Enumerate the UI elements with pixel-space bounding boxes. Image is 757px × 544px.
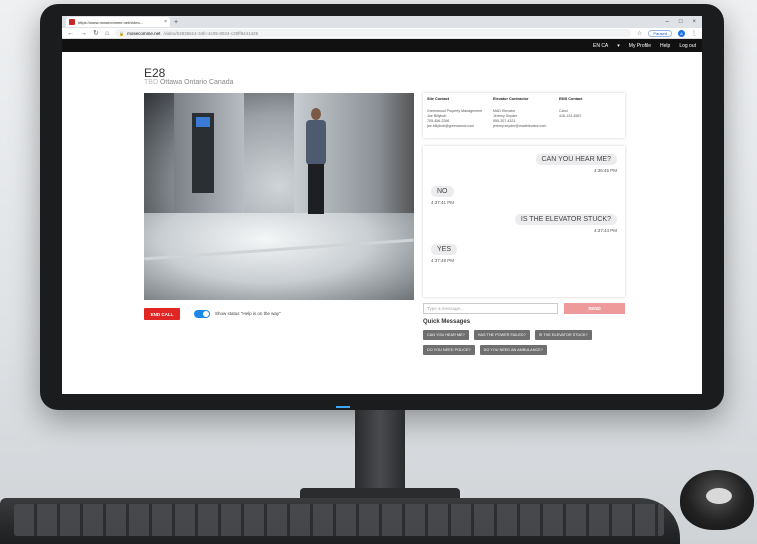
paused-badge[interactable]: Paused [648,29,672,37]
more-menu-icon[interactable]: ⋮ [691,30,697,37]
tab-close-icon[interactable]: × [164,19,167,25]
chat-panel: CAN YOU HEAR ME? 4:36:45 PM NO 4:37:41 P… [423,146,625,297]
chat-bubble: YES [431,244,458,255]
quick-message-button[interactable]: HAS THE POWER FAILED? [473,330,530,340]
close-window-icon[interactable]: × [692,19,696,25]
passenger-head [311,108,321,120]
lock-icon: 🔒 [119,30,125,36]
bookmark-star-icon[interactable]: ☆ [637,30,642,37]
browser-tab[interactable]: https://www.mosecomme.net/video... × [66,17,170,27]
site-contact-header: Site Contact [427,97,450,101]
reload-icon[interactable]: ↻ [93,30,99,37]
new-tab-icon[interactable]: + [174,19,178,26]
tab-title: https://www.mosecomme.net/video... [78,19,144,25]
app-nav: EN CA ▾ My Profile Help Log out [62,39,702,52]
ems-contact: EMS Contact Carol 416-123-4567 [559,97,621,134]
favicon-icon [69,19,75,25]
chat-message: YES 4:37:48 PM [431,244,458,263]
forward-icon[interactable]: → [80,30,87,37]
minimize-icon[interactable]: – [666,19,669,25]
chat-bubble: NO [431,186,454,197]
help-status-toggle[interactable] [194,310,210,318]
site-contact: Site Contact Greenwood Property Manageme… [427,97,489,134]
monitor: https://www.mosecomme.net/video... × + –… [40,4,724,410]
quick-messages-list: CAN YOU HEAR ME? HAS THE POWER FAILED? I… [423,330,633,355]
ems-contact-header: EMS Contact [559,97,583,101]
nav-my-profile[interactable]: My Profile [629,43,651,49]
site-location: TBD Ottawa Ontario Canada [144,79,234,86]
message-input[interactable]: Type a message... [423,303,558,314]
chat-time: 4:37:48 PM [431,258,455,263]
chat-message: NO 4:37:41 PM [431,186,454,205]
elevator-contact: Elevator Contractor MAD Elevator Jeremy … [493,97,555,134]
passenger [304,108,328,218]
elevator-contact-email: jeremy.snyder@madelevator.com [493,124,547,128]
elevator-contact-header: Elevator Contractor [493,97,529,101]
address-bar: ← → ↻ ⌂ 🔒 mosecomme.net/video/53835614-3… [62,28,702,39]
site-prefix: TBD [144,79,158,86]
chat-time: 4:36:45 PM [593,168,617,173]
nav-logout[interactable]: Log out [679,43,696,49]
video-feed[interactable] [144,93,414,300]
end-call-button[interactable]: END CALL [144,308,180,320]
passenger-torso [306,120,326,165]
elevator-display [196,117,210,127]
url-host: mosecomme.net [127,30,161,36]
power-light [336,406,350,408]
quick-message-button[interactable]: CAN YOU HEAR ME? [423,330,469,340]
chat-bubble: IS THE ELEVATOR STUCK? [514,214,617,225]
url-field[interactable]: 🔒 mosecomme.net/video/53835614-34fc-4c05… [115,29,632,37]
url-path: /video/53835614-34fc-4c05-8024-c29ff9441… [163,30,259,36]
passenger-legs [308,164,324,214]
quick-messages-title: Quick Messages [423,319,471,325]
ems-contact-phone: 416-123-4567 [559,114,582,118]
quick-message-button[interactable]: DO YOU NEED POLICE? [423,345,475,355]
contacts-panel: Site Contact Greenwood Property Manageme… [423,93,625,138]
site-location-text: Ottawa Ontario Canada [159,79,234,86]
chat-message: IS THE ELEVATOR STUCK? 4:37:44 PM [514,214,617,233]
mouse-light [706,488,732,504]
chat-message: CAN YOU HEAR ME? 4:36:45 PM [535,154,617,173]
main-content: E28 TBD Ottawa Ontario Canada END CALL S… [62,52,702,394]
language-selector[interactable]: EN CA [593,43,608,49]
home-icon[interactable]: ⌂ [105,30,109,37]
chat-time: 4:37:41 PM [431,200,455,205]
window-controls: – □ × [666,19,702,25]
page-title: E28 [144,66,166,80]
maximize-icon[interactable]: □ [679,19,683,25]
nav-help[interactable]: Help [660,43,670,49]
chat-bubble: CAN YOU HEAR ME? [535,154,617,165]
site-contact-email: joe.billybob@greenwood.com [427,124,475,128]
chevron-down-icon[interactable]: ▾ [617,43,620,49]
browser-tabbar: https://www.mosecomme.net/video... × + –… [62,16,702,28]
back-icon[interactable]: ← [67,30,74,37]
help-status-label: Show status "Help is on the way" [215,311,281,316]
chat-time: 4:37:44 PM [593,228,617,233]
quick-message-button[interactable]: IS THE ELEVATOR STUCK? [534,330,592,340]
chat-input-row: Type a message... SEND [423,303,625,314]
profile-avatar[interactable]: A [678,29,685,37]
keyboard-keys [14,504,664,536]
send-button[interactable]: SEND [564,303,625,314]
quick-message-button[interactable]: DO YOU NEED AN AMBULANCE? [479,345,547,355]
screen: https://www.mosecomme.net/video... × + –… [62,16,702,394]
